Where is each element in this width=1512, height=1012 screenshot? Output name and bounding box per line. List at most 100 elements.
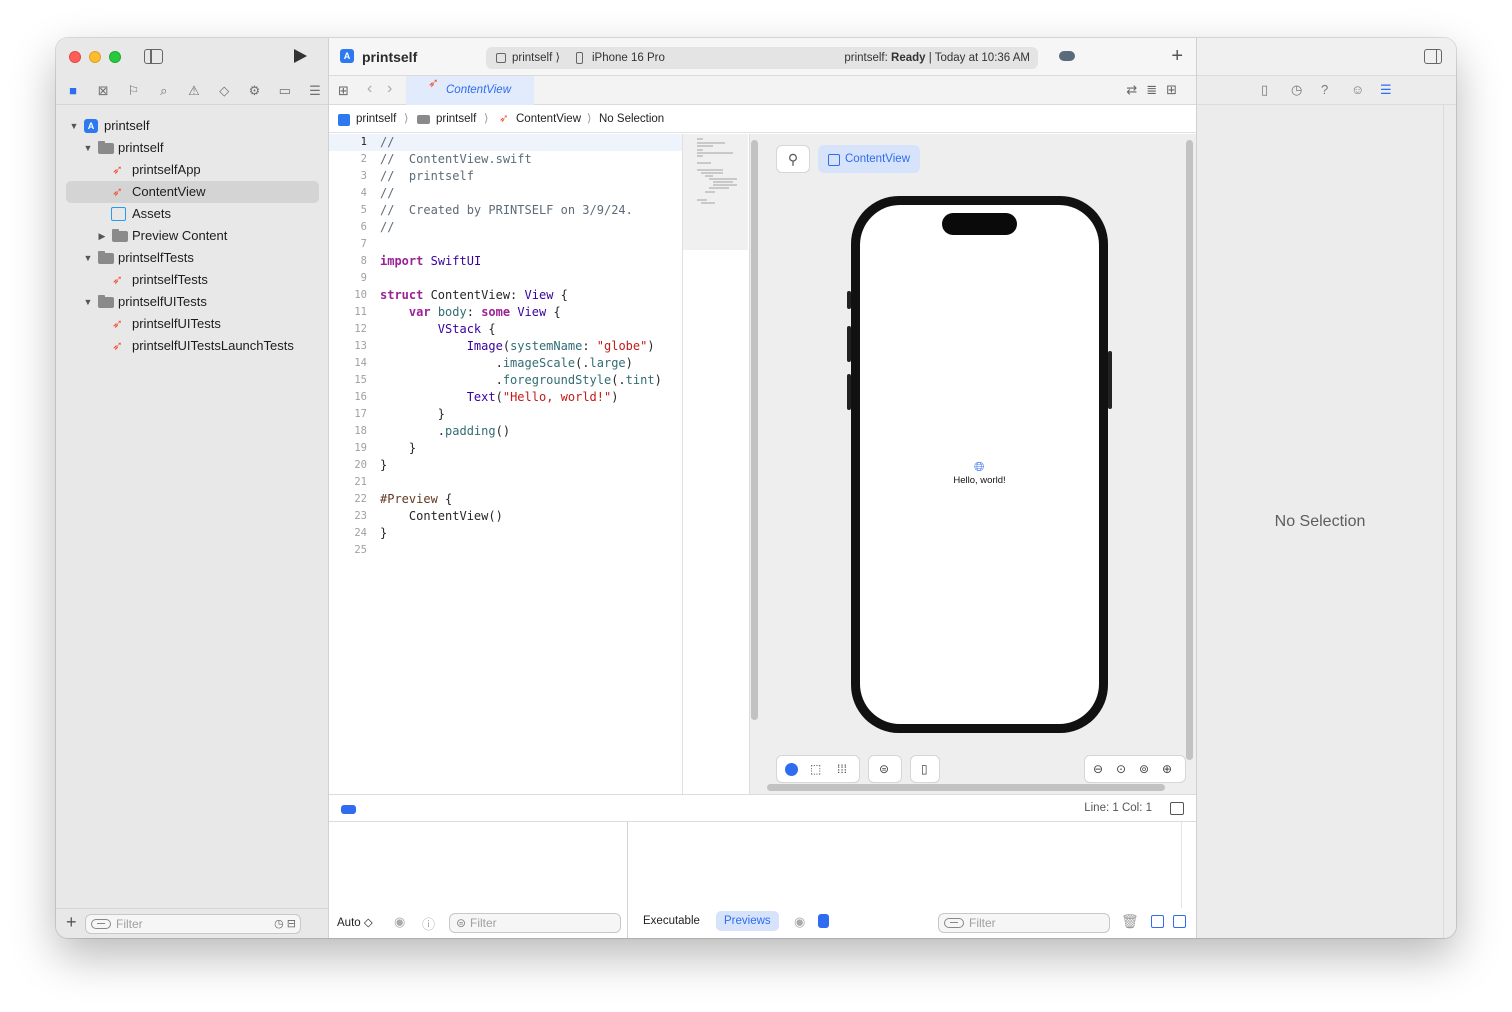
tree-row-file[interactable]: ➶ printselfApp [56, 159, 329, 181]
left-pane-icon[interactable] [1151, 915, 1164, 928]
code-line[interactable]: 20} [329, 457, 682, 474]
cloud-status-icon[interactable] [1059, 51, 1075, 61]
code-line[interactable]: 7 [329, 236, 682, 253]
pin-icon[interactable]: ⚲ [776, 145, 810, 173]
code-line[interactable]: 11 var body: some View { [329, 304, 682, 321]
help-icon[interactable]: ? [1321, 82, 1328, 97]
back-icon[interactable]: ‹ [367, 80, 372, 98]
zoom-fit-icon[interactable]: ⊚ [1139, 762, 1149, 776]
variants-icon[interactable]: ⁞⁞⁞ [837, 762, 847, 776]
device-selector-button[interactable]: ▯ [910, 755, 940, 783]
attributes-icon[interactable]: ☰ [1380, 82, 1392, 98]
find-icon[interactable]: ⌕ [155, 82, 173, 100]
breadcrumb-item[interactable]: printself [436, 105, 476, 133]
tree-row-file[interactable]: ➶ printselfTests [56, 269, 329, 291]
file-inspector-icon[interactable]: ▯ [1261, 82, 1268, 98]
info-icon[interactable]: ⓘ [422, 914, 435, 933]
code-line[interactable]: 6 // [329, 219, 682, 236]
inspector-toggle-icon[interactable] [1424, 49, 1442, 64]
breadcrumb-item[interactable]: No Selection [599, 105, 664, 133]
code-line[interactable]: 18 .padding() [329, 423, 682, 440]
zoom-actual-icon[interactable]: ⊙ [1116, 762, 1126, 776]
source-editor[interactable]: 1 // 2 // ContentView.swift 3 // printself 4 //… [329, 134, 682, 794]
scheme-activity-bar[interactable]: printself ⟩ iPhone 16 Pro printself: Rea… [486, 47, 1038, 69]
sidebar-toggle-icon[interactable] [144, 49, 163, 64]
tree-row-folder[interactable]: ▶ Preview Content [56, 225, 329, 247]
add-library-icon[interactable]: + [1171, 45, 1183, 68]
scheme-selector[interactable]: printself ⟩ [512, 47, 560, 69]
code-line[interactable]: 15 .foregroundStyle(.tint) [329, 372, 682, 389]
breakpoints-icon[interactable]: ▭ [276, 82, 294, 100]
toggle-icon[interactable] [818, 914, 829, 928]
canvas-horizontal-scrollbar[interactable] [767, 784, 1165, 791]
chevron-down-icon[interactable]: ▼ [69, 115, 79, 137]
zoom-in-icon[interactable]: ⊕ [1162, 762, 1172, 776]
variables-filter-input[interactable]: ⊜ Filter [449, 913, 621, 933]
zoom-window-button[interactable] [109, 51, 121, 63]
tree-row-assets[interactable]: Assets [56, 203, 329, 225]
debug-icon[interactable]: ⚙ [246, 82, 264, 100]
bookmark-icon[interactable]: ⚐ [125, 82, 143, 100]
breadcrumb-item[interactable]: printself [356, 105, 396, 133]
code-line[interactable]: 4 // [329, 185, 682, 202]
tree-row-folder[interactable]: ▼ printselfTests [56, 247, 329, 269]
tab-contentview[interactable]: ➶ ContentView [406, 76, 534, 105]
tree-row-folder[interactable]: ▼ printselfUITests [56, 291, 329, 313]
code-line[interactable]: 21 [329, 474, 682, 491]
canvas-vertical-scrollbar[interactable] [1186, 140, 1193, 760]
code-line[interactable]: 5 // Created by PRINTSELF on 3/9/24. [329, 202, 682, 219]
hide-debug-area-icon[interactable] [1170, 802, 1184, 815]
reports-icon[interactable]: ☰ [306, 82, 324, 100]
live-mode-icon[interactable] [785, 763, 798, 776]
chevron-down-icon[interactable]: ▼ [83, 137, 93, 159]
navigator-filter-input[interactable]: Filter ◷ ⊟ [85, 914, 301, 934]
code-line[interactable]: 16 Text("Hello, world!") [329, 389, 682, 406]
trash-icon[interactable]: 🗑︎ [1121, 913, 1139, 930]
console-filter-input[interactable]: Filter [938, 913, 1110, 933]
tree-row-file[interactable]: ➶ printselfUITests [56, 313, 329, 335]
executable-tab[interactable]: Executable [643, 915, 700, 927]
code-line[interactable]: 8 import SwiftUI [329, 253, 682, 270]
previews-tab[interactable]: Previews [716, 911, 779, 931]
forward-icon[interactable]: › [387, 80, 392, 98]
tree-row-project[interactable]: ▼ A printself [56, 115, 329, 137]
eye-icon[interactable]: ◉ [794, 914, 805, 930]
code-line[interactable]: 9 [329, 270, 682, 287]
code-line[interactable]: 12 VStack { [329, 321, 682, 338]
source-control-icon[interactable]: ⊠ [94, 82, 112, 100]
minimize-window-button[interactable] [89, 51, 101, 63]
history-icon[interactable]: ◷ [1291, 82, 1302, 98]
zoom-out-icon[interactable]: ⊖ [1093, 762, 1103, 776]
chevron-down-icon[interactable]: ▼ [83, 291, 93, 313]
variables-scope-select[interactable]: Auto ◇ [337, 915, 373, 929]
tree-row-file-selected[interactable]: ➶ ContentView [66, 181, 319, 203]
destination-selector[interactable]: iPhone 16 Pro [592, 47, 665, 69]
code-line[interactable]: 25 [329, 542, 682, 559]
code-line[interactable]: 10 struct ContentView: View { [329, 287, 682, 304]
related-items-icon[interactable]: ⊞ [338, 83, 349, 99]
right-pane-icon[interactable] [1173, 915, 1186, 928]
code-line[interactable]: 19 } [329, 440, 682, 457]
tree-row-folder[interactable]: ▼ printself [56, 137, 329, 159]
add-icon[interactable]: + [66, 912, 77, 933]
debug-area-toggle-icon[interactable] [341, 805, 356, 814]
accessibility-icon[interactable]: ☺ [1351, 82, 1364, 97]
editor-options-icons[interactable]: ⇄≣⊞ [1126, 82, 1186, 98]
tests-icon[interactable]: ◇ [215, 82, 233, 100]
selectable-mode-icon[interactable]: ⬚ [810, 762, 821, 776]
chevron-down-icon[interactable]: ▼ [83, 247, 93, 269]
close-window-button[interactable] [69, 51, 81, 63]
chevron-right-icon[interactable]: ▶ [97, 225, 107, 247]
eye-icon[interactable]: ◉ [394, 914, 405, 930]
project-navigator-icon[interactable]: ■ [64, 82, 82, 100]
code-line[interactable]: 13 Image(systemName: "globe") [329, 338, 682, 355]
code-line[interactable]: 3 // printself [329, 168, 682, 185]
recent-files-icon[interactable]: ◷ ⊟ [274, 915, 296, 933]
breadcrumb-item[interactable]: ContentView [516, 105, 581, 133]
run-button[interactable] [294, 49, 307, 63]
code-line[interactable]: 17 } [329, 406, 682, 423]
code-line[interactable]: 23 ContentView() [329, 508, 682, 525]
tree-row-file[interactable]: ➶ printselfUITestsLaunchTests [56, 335, 329, 357]
minimap[interactable] [682, 134, 748, 794]
device-settings-button[interactable]: ⊜ [868, 755, 902, 783]
